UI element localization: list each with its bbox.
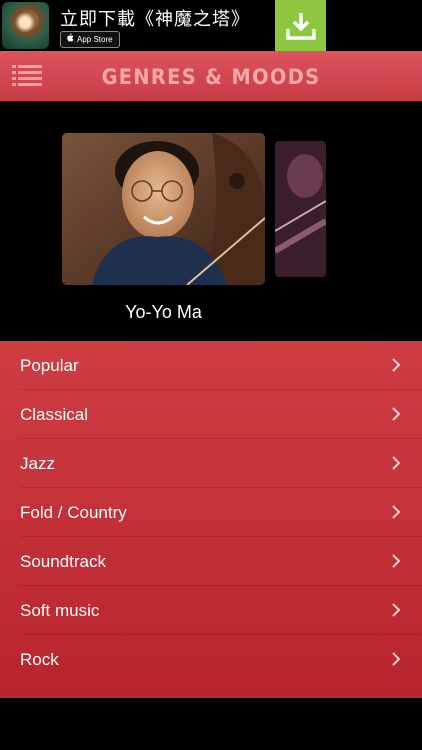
app-header: GENRES & MOODS	[0, 51, 422, 101]
genres-list: Popular Classical Jazz Fold / Country So…	[0, 341, 422, 698]
ad-title[interactable]: 立即下載《神魔之塔》	[60, 5, 250, 31]
genre-label: Fold / Country	[20, 502, 127, 522]
genre-label: Popular	[20, 355, 79, 375]
genre-label: Jazz	[20, 453, 55, 473]
app-store-badge[interactable]: App Store	[60, 31, 120, 48]
genre-label: Rock	[20, 649, 59, 669]
download-icon	[285, 12, 316, 40]
chevron-right-icon	[392, 505, 401, 519]
genre-item-classical[interactable]: Classical	[0, 390, 422, 439]
ad-game-thumbnail[interactable]	[2, 2, 49, 49]
app-store-label: App Store	[77, 35, 113, 44]
genre-item-rock[interactable]: Rock	[0, 635, 422, 684]
chevron-right-icon	[392, 358, 401, 372]
genre-item-jazz[interactable]: Jazz	[0, 439, 422, 488]
ad-download-button[interactable]	[275, 0, 326, 51]
artist-carousel[interactable]: Yo-Yo Ma	[0, 101, 422, 341]
genre-item-soft-music[interactable]: Soft music	[0, 586, 422, 635]
chevron-right-icon	[392, 407, 401, 421]
ad-banner[interactable]: 立即下載《神魔之塔》 App Store	[0, 0, 422, 51]
featured-artist-name[interactable]: Yo-Yo Ma	[62, 302, 265, 323]
genre-label: Soft music	[20, 600, 100, 620]
genre-label: Classical	[20, 404, 89, 424]
chevron-right-icon	[392, 554, 401, 568]
genre-label: Soundtrack	[20, 551, 106, 571]
bottom-bar	[0, 698, 422, 750]
page-title: GENRES & MOODS	[101, 65, 321, 89]
chevron-right-icon	[392, 603, 401, 617]
ad-spacer	[326, 0, 422, 51]
genre-item-soundtrack[interactable]: Soundtrack	[0, 537, 422, 586]
chevron-right-icon	[392, 652, 401, 666]
next-artist-photo[interactable]	[275, 141, 326, 277]
genre-item-fold-country[interactable]: Fold / Country	[0, 488, 422, 537]
featured-artist-photo[interactable]	[62, 133, 265, 285]
chevron-right-icon	[392, 456, 401, 470]
genre-item-popular[interactable]: Popular	[0, 341, 422, 390]
apple-icon	[66, 32, 74, 47]
